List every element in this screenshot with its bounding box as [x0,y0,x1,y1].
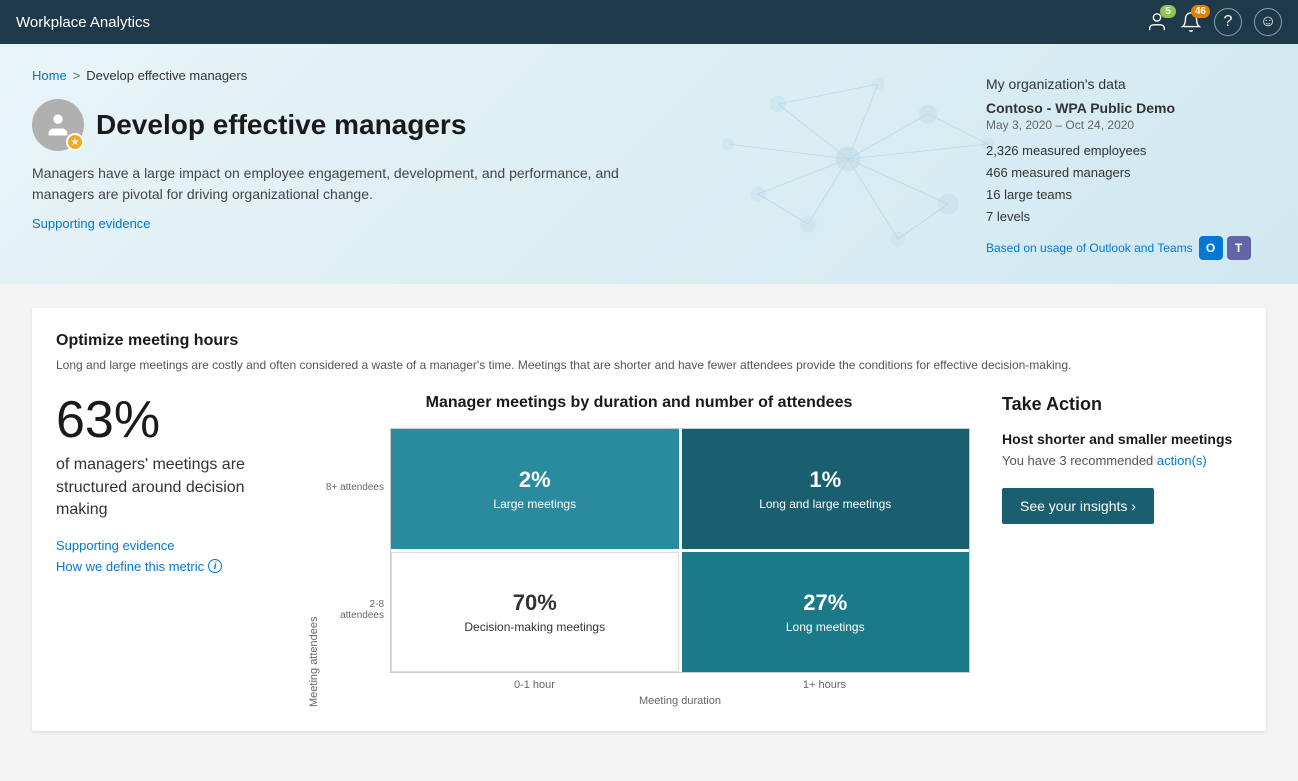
help-icon[interactable]: ? [1214,8,1242,36]
hero-avatar: ★ [32,99,84,151]
hero-section: Home > Develop effective managers ★ Deve… [0,44,1298,284]
breadcrumb-separator: > [73,68,81,83]
card-body: 63% of managers' meetings are structured… [56,394,1242,707]
y-label-bottom: 2-8 attendees [324,599,384,621]
outlook-icon: O [1199,236,1223,260]
optimize-meetings-card: Optimize meeting hours Long and large me… [32,308,1266,731]
org-data-panel: My organization's data Contoso - WPA Pub… [986,68,1266,260]
y-axis-labels: 8+ attendees 2-8 attendees [324,428,384,674]
cell-tr-label: Long and large meetings [759,497,891,513]
notification-badge: 46 [1191,5,1210,18]
breadcrumb-current: Develop effective managers [86,68,247,83]
x-label-right: 1+ hours [803,679,846,691]
cell-tl-pct: 2% [519,467,551,493]
notification-icon-group[interactable]: 46 [1180,11,1202,33]
metric-column: 63% of managers' meetings are structured… [56,394,276,573]
nav-icons: 5 46 ? ☺ [1146,8,1282,36]
org-footer: Based on usage of Outlook and Teams O T [986,236,1266,260]
chart-grid-wrapper: 2% Large meetings 1% Long and large meet… [390,428,970,707]
avatar-badge: ★ [66,133,84,151]
cell-bottom-right: 27% Long meetings [682,552,970,672]
see-insights-label: See your insights › [1020,498,1136,514]
cell-tl-label: Large meetings [493,497,576,513]
x-label-left: 0-1 hour [514,679,555,691]
org-company: Contoso - WPA Public Demo [986,100,1266,116]
metric-label: of managers' meetings are structured aro… [56,454,276,521]
card-description: Long and large meetings are costly and o… [56,356,1242,374]
define-metric-text: How we define this metric [56,559,204,574]
y-axis-title: Meeting attendees [308,428,320,707]
cell-top-left: 2% Large meetings [391,429,679,549]
org-dates: May 3, 2020 – Oct 24, 2020 [986,118,1266,132]
action-desc-text: You have 3 recommended [1002,453,1157,468]
action-subtitle: Host shorter and smaller meetings [1002,431,1242,447]
x-axis-title: Meeting duration [390,695,970,707]
page-title: Develop effective managers [96,109,466,141]
hero-description: Managers have a large impact on employee… [32,163,632,205]
cell-top-right: 1% Long and large meetings [682,429,970,549]
y-label-top: 8+ attendees [324,482,384,493]
org-stats: 2,326 measured employees 466 measured ma… [986,140,1266,228]
top-navigation: Workplace Analytics 5 46 ? ☺ [0,0,1298,44]
app-icons: O T [1199,236,1251,260]
app-title: Workplace Analytics [16,14,150,31]
user-face-icon[interactable]: ☺ [1254,8,1282,36]
cell-br-label: Long meetings [786,620,865,636]
user-badge: 5 [1160,5,1176,18]
hero-left: Home > Develop effective managers ★ Deve… [32,68,986,260]
big-metric-value: 63% [56,394,276,446]
stat-teams: 16 large teams [986,184,1266,206]
org-data-title: My organization's data [986,76,1266,92]
card-supporting-link[interactable]: Supporting evidence [56,538,276,553]
cell-br-pct: 27% [803,590,847,616]
see-insights-button[interactable]: See your insights › [1002,488,1154,524]
hero-title-row: ★ Develop effective managers [32,99,986,151]
info-icon: i [208,559,222,573]
main-content: Optimize meeting hours Long and large me… [0,284,1298,775]
cell-tr-pct: 1% [809,467,841,493]
action-desc-link[interactable]: action(s) [1157,453,1207,468]
cell-bl-label: Decision-making meetings [464,620,605,636]
chart-grid: 2% Large meetings 1% Long and large meet… [390,428,970,673]
breadcrumb-home[interactable]: Home [32,68,67,83]
chart-column: Manager meetings by duration and number … [308,394,970,707]
action-column: Take Action Host shorter and smaller mee… [1002,394,1242,524]
x-axis-labels: 0-1 hour 1+ hours [390,673,970,693]
cell-bl-pct: 70% [513,590,557,616]
define-metric-link[interactable]: How we define this metric i [56,559,276,574]
card-title: Optimize meeting hours [56,332,1242,350]
stat-managers: 466 measured managers [986,162,1266,184]
user-icon-group[interactable]: 5 [1146,11,1168,33]
action-title: Take Action [1002,394,1242,415]
cell-bottom-left: 70% Decision-making meetings [391,552,679,672]
stat-levels: 7 levels [986,206,1266,228]
stat-employees: 2,326 measured employees [986,140,1266,162]
supporting-evidence-link[interactable]: Supporting evidence [32,216,151,231]
org-footer-link[interactable]: Based on usage of Outlook and Teams [986,241,1193,255]
breadcrumb: Home > Develop effective managers [32,68,986,83]
action-description: You have 3 recommended action(s) [1002,453,1242,468]
chart-title: Manager meetings by duration and number … [308,394,970,412]
teams-icon: T [1227,236,1251,260]
